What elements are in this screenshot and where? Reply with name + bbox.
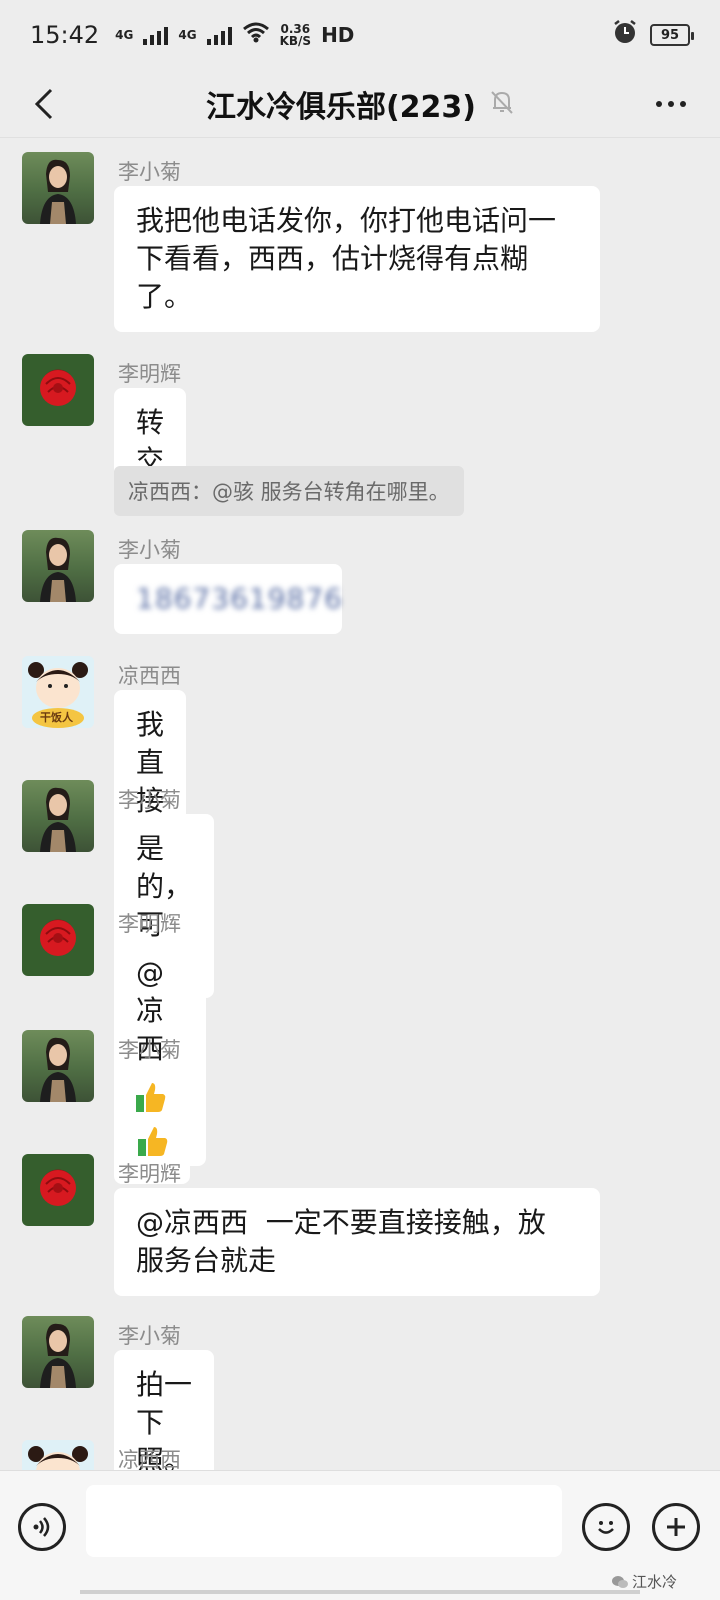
more-dot-icon	[680, 101, 686, 107]
message-input[interactable]	[86, 1485, 562, 1557]
message-bubble[interactable]: 我把他电话发你，你打他电话问一 下看看，西西，估计烧得有点糊 了。	[114, 186, 600, 332]
wifi-icon	[242, 21, 270, 49]
input-bar: 江水冷	[0, 1470, 720, 1600]
quote-text: 凉西西：@骇 服务台转角在哪里。	[128, 480, 450, 504]
sender-name: 李小菊	[118, 788, 181, 812]
avatar-li-xiaoju[interactable]	[22, 780, 94, 852]
more-dot-icon	[656, 101, 662, 107]
sender-name: 李明辉	[118, 1162, 181, 1186]
more-options-button[interactable]	[646, 84, 696, 124]
sender-name: 李小菊	[118, 160, 181, 184]
avatar-li-minghui[interactable]	[22, 354, 94, 426]
avatar-li-xiaoju[interactable]	[22, 1030, 94, 1102]
title-wrap: 江水冷俱乐部(223)	[206, 82, 514, 126]
avatar-li-minghui[interactable]	[22, 904, 94, 976]
hd-indicator: HD	[321, 23, 355, 47]
status-time: 15:42	[30, 21, 100, 49]
wechat-logo-icon	[612, 1575, 628, 1588]
network-type-1: 4G	[115, 28, 134, 42]
watermark-brand: 江水冷	[632, 1573, 678, 1591]
battery-icon: 95	[650, 24, 694, 46]
emoji-icon	[598, 1521, 614, 1534]
message-line: @凉西西 一定不要直接接触，放	[136, 1206, 546, 1239]
gesture-bar	[80, 1590, 640, 1594]
plus-icon	[667, 1518, 685, 1536]
network-type-2: 4G	[178, 28, 197, 42]
voice-icon	[33, 1517, 50, 1537]
more-dot-icon	[668, 101, 674, 107]
watermark-source: 江水冷	[612, 1571, 677, 1592]
alarm-icon	[612, 19, 638, 51]
signal-icon-2	[206, 25, 232, 45]
message-bubble[interactable]: @凉西西 一定不要直接接触，放 服务台就走	[114, 1188, 600, 1296]
avatar-li-xiaoju[interactable]	[22, 152, 94, 224]
status-bar: 15:42 4G 4G 0.36 KB/S HD 95	[0, 0, 720, 70]
avatar-liang-xixi[interactable]	[22, 1440, 94, 1470]
page-title: 江水冷俱乐部(223)	[205, 89, 477, 125]
sender-name: 凉西西	[118, 1448, 181, 1470]
back-button[interactable]	[24, 84, 64, 124]
status-left: 15:42 4G 4G 0.36 KB/S HD	[30, 21, 354, 49]
message-line: 下看看，西西，估计烧得有点糊	[136, 242, 529, 275]
message-line: 服务台就走	[136, 1244, 277, 1277]
message-bubble[interactable]: 18673619876	[114, 564, 342, 634]
phone-number-text: 18673619876	[136, 582, 343, 615]
sender-name: 李明辉	[118, 912, 181, 936]
avatar-li-minghui[interactable]	[22, 1154, 94, 1226]
message-line: 我把他电话发你，你打他电话问一	[136, 204, 557, 237]
chat-header: 江水冷俱乐部(223)	[0, 70, 720, 138]
quoted-message[interactable]: 凉西西：@骇 服务台转角在哪里。	[114, 466, 464, 516]
avatar-li-xiaoju[interactable]	[22, 1316, 94, 1388]
sender-name: 李小菊	[118, 538, 181, 562]
emoji-button[interactable]	[582, 1503, 630, 1551]
avatar-liang-xixi[interactable]: 干饭人	[22, 656, 94, 728]
battery-level: 95	[660, 27, 680, 43]
avatar-li-xiaoju[interactable]	[22, 530, 94, 602]
net-speed: 0.36 KB/S	[280, 23, 311, 47]
more-functions-button[interactable]	[652, 1503, 700, 1551]
mute-bell-icon	[490, 89, 514, 119]
message-line: 了。	[136, 280, 193, 313]
sender-name: 李明辉	[118, 362, 181, 386]
sender-name: 李小菊	[118, 1324, 181, 1348]
message: 凉西西	[22, 1440, 322, 1470]
voice-input-button[interactable]	[18, 1503, 66, 1551]
thumbs-up-icon	[134, 1080, 168, 1124]
net-speed-unit: KB/S	[279, 34, 312, 48]
chevron-left-icon	[34, 88, 53, 120]
sender-name: 凉西西	[118, 664, 181, 688]
avatar-caption: 干饭人	[40, 711, 73, 724]
status-right: 95	[612, 19, 694, 51]
sender-name: 李小菊	[118, 1038, 181, 1062]
signal-icon	[143, 25, 169, 45]
